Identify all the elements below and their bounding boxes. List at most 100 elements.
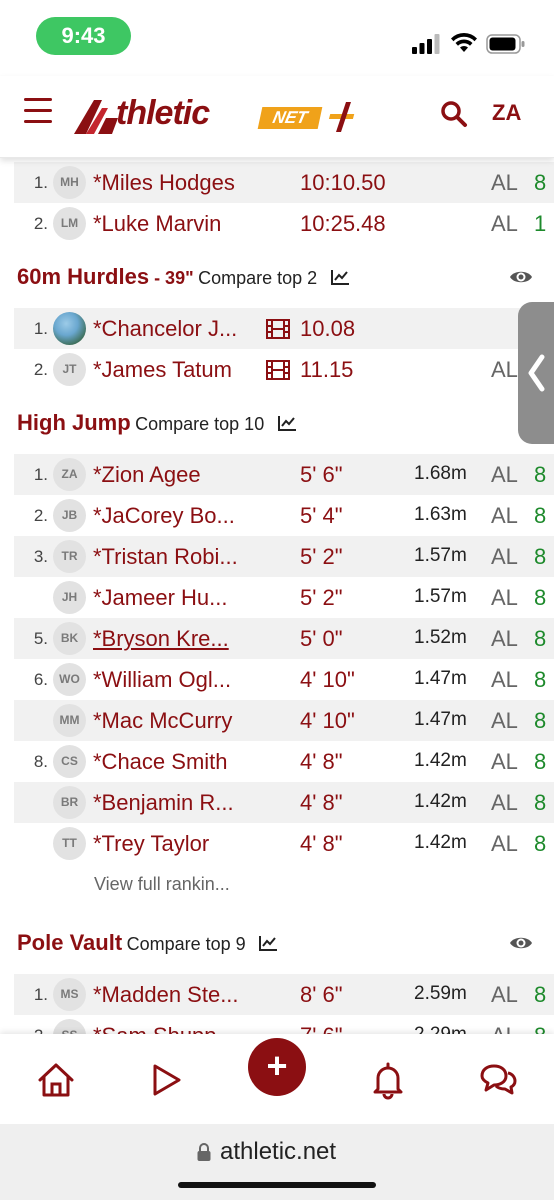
metric-mark: 1.57m [414,545,467,566]
athlete-name[interactable]: *JaCorey Bo... [93,503,235,529]
event-title[interactable]: Pole Vault [17,930,122,955]
athlete-name[interactable]: *Chace Smith [93,749,228,775]
browser-url-bar[interactable]: athletic.net [0,1124,554,1200]
view-full-rankings-link[interactable]: View full rankin... [94,874,230,895]
home-indicator[interactable] [178,1182,376,1188]
athlete-name[interactable]: *Benjamin R... [93,790,234,816]
mark: 5' 0" [300,626,343,651]
metric-mark: 1.47m [414,668,467,689]
athlete-name[interactable]: *James Tatum [93,357,232,383]
eye-icon[interactable] [509,934,533,952]
avatar: TT [53,827,86,860]
result-row[interactable]: 6. WO *William Ogl... 4' 10" 1.47m AL 8 [14,659,554,700]
result-row[interactable]: TT *Trey Taylor 4' 8" 1.42m AL 8 [14,823,554,864]
film-icon[interactable] [266,319,290,339]
avatar: BK [53,622,86,655]
state: AL [491,585,518,610]
grade: 8 [534,462,547,487]
state: AL [491,790,518,815]
athlete-name[interactable]: *Chancelor J... [93,316,237,342]
menu-icon[interactable] [24,98,52,126]
result-row[interactable]: 2. JT *James Tatum 11.15 AL [14,349,554,390]
place: 2. [33,214,48,233]
athlete-name[interactable]: *Trey Taylor [93,831,209,857]
mark: 11.15 [300,357,354,382]
side-drawer-handle[interactable] [518,302,554,444]
athlete-name[interactable]: *Jameer Hu... [93,585,228,611]
athlete-name[interactable]: *Sam Shupp [93,1023,217,1034]
mark: 5' 4" [300,503,343,528]
result-row[interactable]: 2. SS *Sam Shupp 7' 6" 2.29m AL 8 [14,1015,554,1034]
mark: 5' 6" [300,462,343,487]
section-header-pole-vault: Pole Vault Compare top 9 [17,930,547,960]
user-initials-button[interactable]: ZA [492,100,521,126]
result-row[interactable]: 1. ZA *Zion Agee 5' 6" 1.68m AL 8 [14,454,554,495]
compare-link[interactable]: Compare top 2 [198,268,317,288]
add-button[interactable]: + [248,1038,306,1096]
athlete-name[interactable]: *Tristan Robi... [93,544,238,570]
chart-icon[interactable] [258,934,278,952]
athlete-name[interactable]: *Zion Agee [93,462,201,488]
place: 8. [33,752,48,771]
avatar: WO [53,663,86,696]
athlete-name[interactable]: *Mac McCurry [93,708,232,734]
chat-bubbles-icon[interactable] [478,1060,518,1100]
state: AL [491,982,518,1007]
place: 2. [28,1026,48,1034]
search-icon[interactable] [440,100,468,128]
chart-icon[interactable] [277,414,297,432]
result-row[interactable]: 1. *Chancelor J... 10.08 [14,308,554,349]
event-title[interactable]: High Jump [17,410,131,435]
athletic-net-logo[interactable]: thletic NET [72,94,364,138]
metric-mark: 2.29m [414,1024,467,1034]
result-row[interactable]: BR *Benjamin R... 4' 8" 1.42m AL 8 [14,782,554,823]
metric-mark: 1.68m [414,463,467,484]
metric-mark: 1.52m [414,627,467,648]
athlete-name[interactable]: *Miles Hodges [93,170,235,196]
athlete-name[interactable]: *William Ogl... [93,667,231,693]
mark: 7' 6" [300,1023,343,1034]
result-row[interactable]: MM *Mac McCurry 4' 10" 1.47m AL 8 [14,700,554,741]
athlete-name[interactable]: *Bryson Kre... [93,626,229,652]
athlete-name[interactable]: *Madden Ste... [93,982,239,1008]
wifi-icon [451,32,477,52]
result-row[interactable]: 5. BK *Bryson Kre... 5' 0" 1.52m AL 8 [14,618,554,659]
state: AL [491,170,518,195]
place: 5. [33,629,48,648]
avatar: JB [53,499,86,532]
result-row[interactable]: JH *Jameer Hu... 5' 2" 1.57m AL 8 [14,577,554,618]
app-header: thletic NET ZA [0,76,554,158]
grade: 8 [534,626,547,651]
athlete-name[interactable]: *Luke Marvin [93,211,221,237]
grade: 8 [534,503,547,528]
film-icon[interactable] [266,360,290,380]
result-row[interactable]: 2. JB *JaCorey Bo... 5' 4" 1.63m AL 8 [14,495,554,536]
avatar: CS [53,745,86,778]
compare-link[interactable]: Compare top 9 [127,934,246,954]
state: AL [491,357,518,382]
event-title[interactable]: 60m Hurdles [17,264,149,289]
mark: 4' 10" [300,667,355,692]
result-row[interactable]: 1. MH *Miles Hodges 10:10.50 AL 8 [14,162,554,203]
result-row[interactable]: 8. CS *Chace Smith 4' 8" 1.42m AL 8 [14,741,554,782]
url-text[interactable]: athletic.net [220,1138,336,1166]
chevron-left-icon [528,354,545,392]
grade: 8 [534,585,547,610]
grade: 8 [534,982,547,1007]
metric-mark: 1.42m [414,832,467,853]
home-icon[interactable] [36,1060,76,1100]
compare-link[interactable]: Compare top 10 [135,414,264,434]
mark: 5' 2" [300,585,343,610]
grade: 8 [534,544,547,569]
result-row[interactable]: 2. LM *Luke Marvin 10:25.48 AL 1 [14,203,554,244]
eye-icon[interactable] [509,268,533,286]
avatar: MS [53,978,86,1011]
mark: 4' 8" [300,831,343,856]
chart-icon[interactable] [330,268,350,286]
result-row[interactable]: 3. TR *Tristan Robi... 5' 2" 1.57m AL 8 [14,536,554,577]
event-subtitle: - 39" [149,268,194,288]
play-icon[interactable] [146,1060,186,1100]
result-row[interactable]: 1. MS *Madden Ste... 8' 6" 2.59m AL 8 [14,974,554,1015]
bell-icon[interactable] [368,1060,408,1100]
lock-icon [197,1143,211,1161]
